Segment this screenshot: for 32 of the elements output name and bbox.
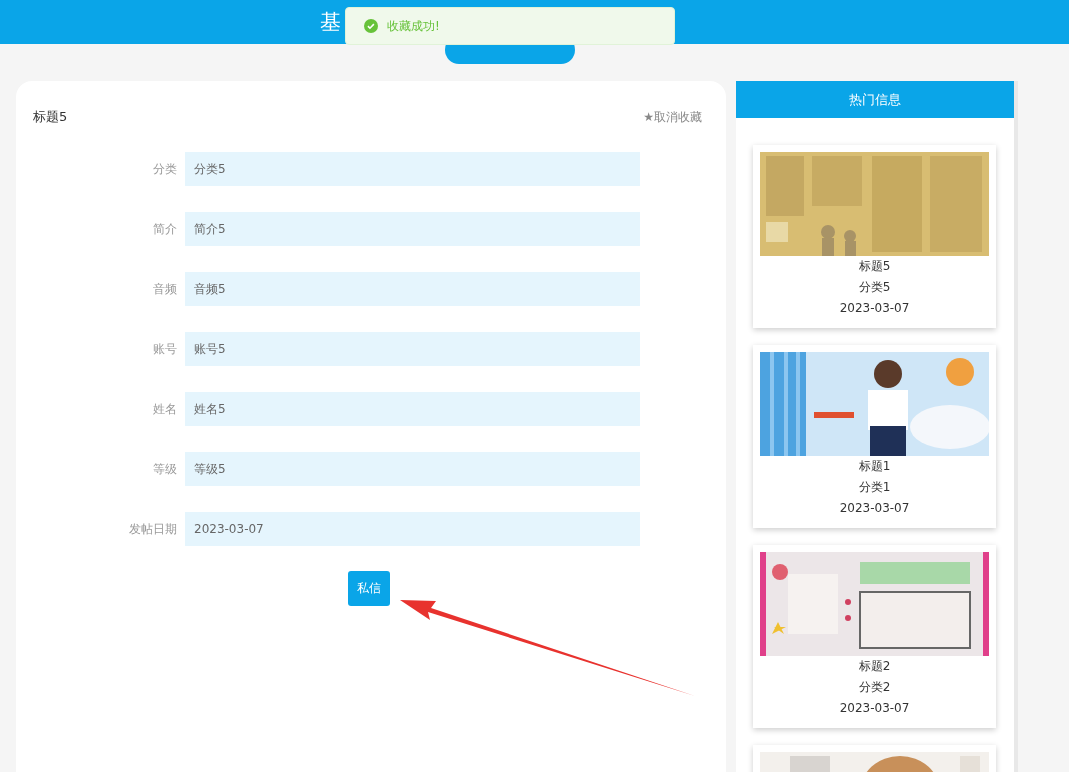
field-label: 分类 <box>152 160 178 178</box>
item-category: 分类5 <box>858 279 891 296</box>
item-category: 分类1 <box>858 479 891 496</box>
field-label: 等级 <box>152 460 178 478</box>
input-field[interactable]: 姓名5 <box>185 392 640 426</box>
input-field[interactable]: 分类5 <box>185 152 640 186</box>
item-date: 2023-03-07 <box>839 700 910 717</box>
input-field[interactable]: 音频5 <box>185 272 640 306</box>
detail-title: 标题5 <box>33 108 68 126</box>
input-field[interactable]: 等级5 <box>185 452 640 486</box>
input-field[interactable]: 账号5 <box>185 332 640 366</box>
item-title: 标题5 <box>858 258 891 275</box>
input-field[interactable]: 简介5 <box>185 212 640 246</box>
field-label: 音频 <box>152 280 178 298</box>
item-title: 标题2 <box>858 658 891 675</box>
field-label: 简介 <box>152 220 178 238</box>
check-icon <box>364 19 378 33</box>
field-label: 姓名 <box>152 400 178 418</box>
hot-item-card[interactable]: 标题2 分类2 2023-03-07 <box>753 545 996 728</box>
item-date: 2023-03-07 <box>839 300 910 317</box>
item-date: 2023-03-07 <box>839 500 910 517</box>
unfavorite-link[interactable]: ★取消收藏 <box>643 108 702 126</box>
toast-message: 收藏成功! <box>387 17 440 35</box>
field-label: 发帖日期 <box>128 520 178 538</box>
input-field[interactable]: 2023-03-07 <box>185 512 640 546</box>
field-label: 账号 <box>152 340 178 358</box>
hot-item-card[interactable]: 标题1 分类1 2023-03-07 <box>753 345 996 528</box>
hot-item-card[interactable]: 标题5 分类5 2023-03-07 <box>753 145 996 328</box>
site-title: 基 <box>320 9 341 36</box>
item-category: 分类2 <box>858 679 891 696</box>
item-title: 标题1 <box>858 458 891 475</box>
panel-title: 热门信息 <box>849 90 901 109</box>
